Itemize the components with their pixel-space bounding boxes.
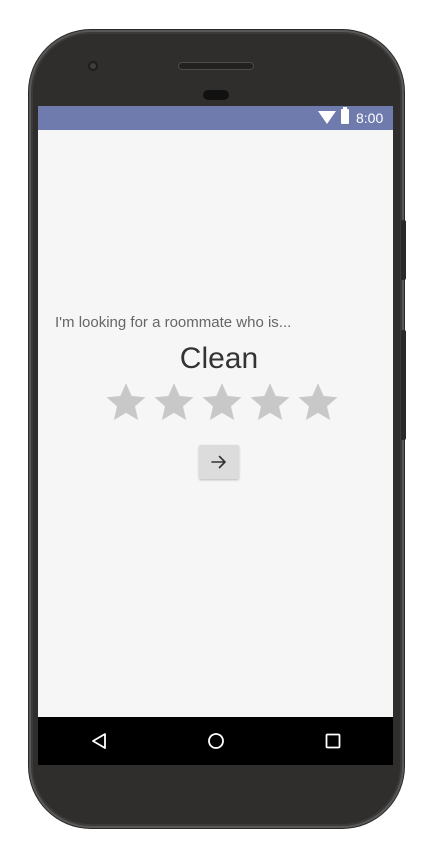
star-4-icon[interactable] <box>248 380 292 424</box>
screen: 8:00 I'm looking for a roommate who is..… <box>38 106 393 765</box>
navigation-bar <box>38 717 393 765</box>
wifi-icon <box>318 111 336 124</box>
status-time: 8:00 <box>356 110 384 126</box>
earpiece-speaker <box>178 62 254 70</box>
power-button <box>401 220 406 280</box>
status-bar: 8:00 <box>38 106 393 130</box>
home-icon <box>208 733 224 749</box>
volume-button <box>401 330 406 440</box>
star-2-icon[interactable] <box>152 380 196 424</box>
proximity-sensor <box>203 90 229 100</box>
star-3-icon[interactable] <box>200 380 244 424</box>
front-camera <box>88 61 98 71</box>
star-5-icon[interactable] <box>296 380 340 424</box>
recents-icon <box>325 733 341 749</box>
rating-screen: I'm looking for a roommate who is... Cle… <box>38 130 393 717</box>
next-button[interactable] <box>199 445 239 479</box>
back-icon <box>92 733 106 749</box>
arrow-right-icon <box>211 455 226 469</box>
star-rating[interactable] <box>104 380 340 426</box>
battery-icon <box>341 107 349 124</box>
star-1-icon[interactable] <box>104 380 148 424</box>
home-button[interactable] <box>204 729 228 753</box>
prompt-text: I'm looking for a roommate who is... <box>55 314 292 331</box>
recents-button[interactable] <box>321 729 345 753</box>
trait-title: Clean <box>179 342 259 375</box>
back-button[interactable] <box>87 729 111 753</box>
